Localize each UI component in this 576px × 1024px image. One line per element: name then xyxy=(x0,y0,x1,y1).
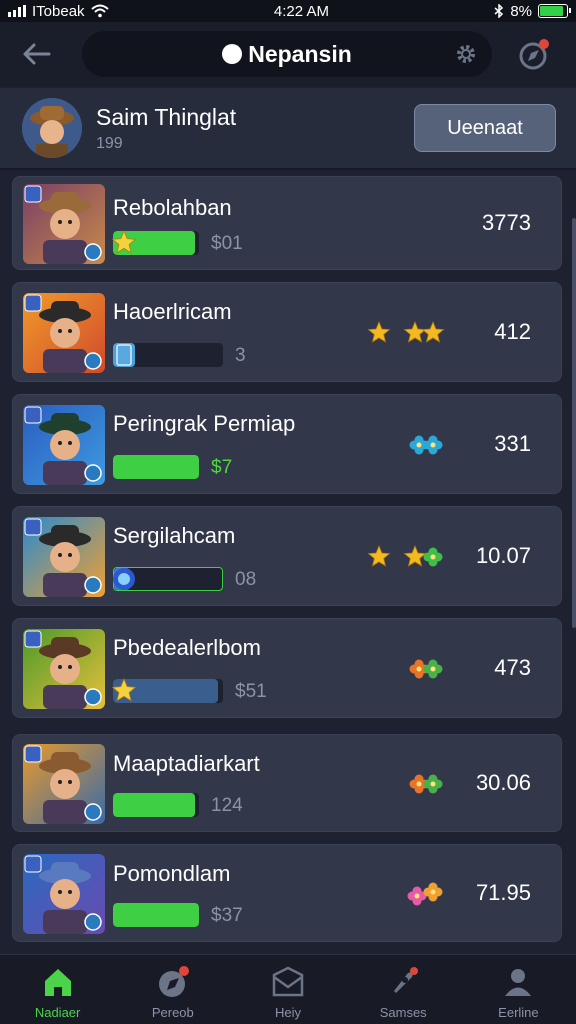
item-name: Maaptadiarkart xyxy=(113,751,260,776)
item-subvalue: $37 xyxy=(211,905,243,926)
character-thumbnail xyxy=(23,184,105,264)
item-score: 412 xyxy=(494,319,531,344)
rating-icons xyxy=(367,768,447,800)
carrier-label: ITobeak xyxy=(32,2,85,20)
character-thumbnail xyxy=(23,517,105,597)
nav-label: Eerline xyxy=(498,1005,539,1020)
character-thumbnail xyxy=(23,854,105,934)
profile-header: Saim Thinglat 199 Ueenaat xyxy=(0,88,576,170)
gear-icon[interactable] xyxy=(454,42,478,66)
rating-icons xyxy=(367,653,447,685)
profile-name: Saim Thinglat xyxy=(96,103,237,130)
back-button[interactable] xyxy=(16,34,56,74)
star-badge-icon xyxy=(111,677,137,709)
back-arrow-icon xyxy=(23,43,51,65)
item-name: Pomondlam xyxy=(113,861,231,886)
item-score: 331 xyxy=(494,431,531,456)
item-name: Haoerlricam xyxy=(113,299,232,324)
title-pill[interactable]: Nepansin xyxy=(82,31,492,77)
list-item[interactable]: Pbedealerlbom $51 473 xyxy=(12,618,562,718)
inbox-icon xyxy=(272,966,304,997)
bottom-nav: Nadiaer Pereob Heiy Samses Eerline xyxy=(0,954,576,1024)
profile-subtitle: 199 xyxy=(96,134,123,152)
item-subvalue: 124 xyxy=(211,795,243,816)
battery-icon xyxy=(538,4,571,18)
page-title: Nepansin xyxy=(248,40,352,67)
star-badge-icon xyxy=(111,229,137,261)
nav-item-home[interactable]: Nadiaer xyxy=(0,955,115,1024)
item-name: Rebolahban xyxy=(113,195,232,220)
compass-icon xyxy=(519,39,549,70)
item-name: Sergilahcam xyxy=(113,523,236,548)
list-item[interactable]: Pomondlam $37 71.95 xyxy=(12,844,562,942)
character-thumbnail xyxy=(23,405,105,485)
avatar[interactable] xyxy=(22,98,82,158)
item-subvalue: 08 xyxy=(235,569,257,590)
nav-label: Samses xyxy=(379,1005,427,1020)
item-score: 10.07 xyxy=(475,543,531,568)
scrollbar[interactable] xyxy=(572,218,576,628)
gem-badge-icon xyxy=(111,566,137,597)
clock: 4:22 AM xyxy=(273,2,329,20)
nav-item-rocket[interactable]: Samses xyxy=(346,955,461,1024)
item-score: 3773 xyxy=(482,210,531,235)
status-bar: ITobeak 4:22 AM 8% xyxy=(0,0,576,22)
nav-label: Pereob xyxy=(151,1005,194,1020)
item-subvalue: $01 xyxy=(211,233,243,254)
wifi-icon xyxy=(90,4,109,18)
progress-bar xyxy=(113,903,199,927)
card-badge-icon xyxy=(111,342,137,373)
person-icon xyxy=(505,969,532,996)
compass-icon xyxy=(158,966,189,997)
list-item[interactable]: Maaptadiarkart 124 30.06 xyxy=(12,734,562,832)
rating-icons xyxy=(367,429,447,461)
rating-icons xyxy=(367,878,447,910)
list-item[interactable]: Rebolahban $01 3773 xyxy=(12,176,562,270)
rating-icons xyxy=(367,317,447,349)
nav-label: Heiy xyxy=(275,1005,302,1020)
battery-percent: 8% xyxy=(510,2,532,20)
character-thumbnail xyxy=(23,293,105,373)
profile-action-button[interactable]: Ueenaat xyxy=(414,104,556,152)
top-nav: Nepansin xyxy=(0,22,576,86)
item-subvalue: $7 xyxy=(211,457,233,478)
item-score: 30.06 xyxy=(475,770,531,795)
item-score: 71.95 xyxy=(475,880,531,905)
compass-button[interactable] xyxy=(518,37,552,71)
progress-bar xyxy=(113,793,199,817)
list-item[interactable]: Peringrak Permiap $7 331 xyxy=(12,394,562,494)
list-item[interactable]: Sergilahcam 08 10.07 xyxy=(12,506,562,606)
progress-bar xyxy=(113,455,199,479)
rating-icons xyxy=(367,541,447,573)
character-thumbnail xyxy=(23,629,105,709)
rocket-icon xyxy=(394,967,419,993)
nav-item-inbox[interactable]: Heiy xyxy=(230,955,345,1024)
nav-item-compass[interactable]: Pereob xyxy=(115,955,230,1024)
home-icon xyxy=(44,969,71,996)
item-subvalue: $51 xyxy=(235,681,267,702)
nav-label: Nadiaer xyxy=(34,1005,81,1020)
character-thumbnail xyxy=(23,744,105,824)
bluetooth-icon xyxy=(494,4,504,18)
status-dot-icon xyxy=(222,44,243,64)
item-subvalue: 3 xyxy=(235,345,246,366)
item-name: Pbedealerlbom xyxy=(113,635,261,660)
signal-icon xyxy=(8,5,26,17)
list-item[interactable]: Haoerlricam 3 412 xyxy=(12,282,562,382)
item-score: 473 xyxy=(494,655,531,680)
nav-item-person[interactable]: Eerline xyxy=(461,955,576,1024)
item-name: Peringrak Permiap xyxy=(113,411,296,436)
